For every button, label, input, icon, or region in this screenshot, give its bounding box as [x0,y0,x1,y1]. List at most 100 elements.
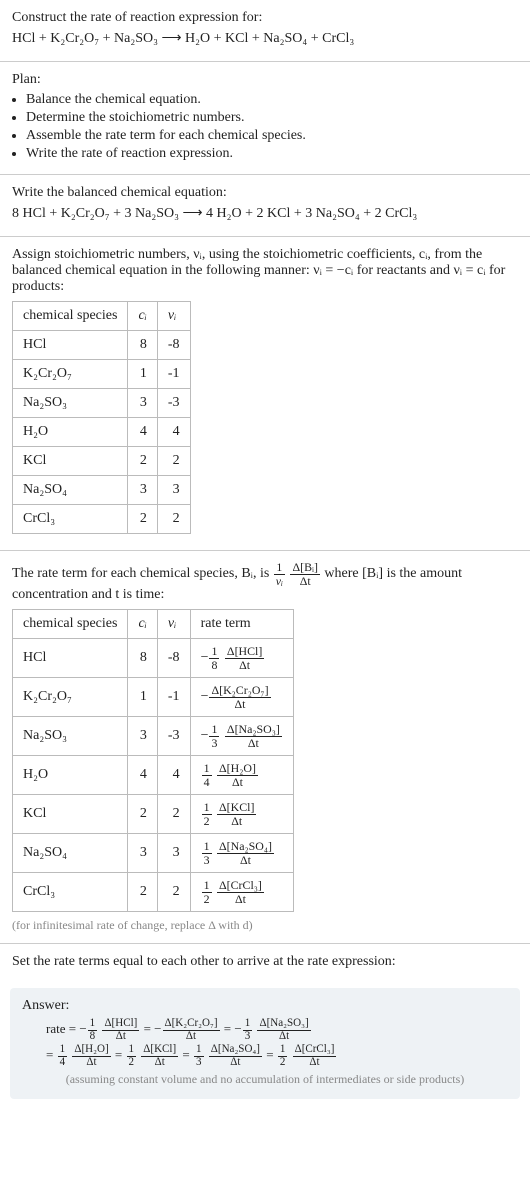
col-rate: rate term [190,610,293,639]
rateterm-table: chemical species cᵢ νᵢ rate term HCl8-8−… [12,609,294,912]
cell-c: 3 [128,717,157,756]
cell-c: 2 [128,795,157,834]
cell-c: 1 [128,678,157,717]
cell-v: -1 [157,360,190,389]
rateterm-intro: The rate term for each chemical species,… [12,561,518,603]
frac-den: Δt [72,1057,110,1069]
cell-species: K₂Cr₂O₇ [13,360,128,389]
fraction: 13 [209,723,219,749]
col-species: chemical species [13,610,128,639]
cell-v: 3 [157,476,190,505]
frac-den: 2 [202,815,212,828]
cell-v: -3 [157,717,190,756]
plan-heading: Plan: [12,72,518,88]
frac-den: 4 [202,776,212,789]
table-row: CrCl₃22 [13,505,191,534]
frac-den: νᵢ [274,575,285,588]
frac-den: Δt [163,1031,220,1043]
cell-species: Na₂SO₄ [13,476,128,505]
frac-num: Δ[CrCl₃] [217,879,264,893]
cell-v: -8 [157,331,190,360]
frac-den: 2 [127,1057,137,1069]
cell-rate: 13 Δ[Na₂SO₄]Δt [190,834,293,873]
frac-den: 8 [88,1031,98,1043]
cell-v: 2 [157,873,190,912]
cell-v: -8 [157,639,190,678]
plan-item: Balance the chemical equation. [26,92,518,108]
answer-line-2: = 14 Δ[H₂O]Δt = 12 Δ[KCl]Δt = 13 Δ[Na₂SO… [46,1044,508,1068]
frac-num: 1 [274,561,285,575]
frac-num: Δ[Na₂SO₃] [257,1018,310,1031]
balanced-heading: Write the balanced chemical equation: [12,185,518,201]
cell-v: -3 [157,389,190,418]
frac-den: Δt [225,659,264,672]
cell-rate: 12 Δ[CrCl₃]Δt [190,873,293,912]
table-row: HCl8-8−18 Δ[HCl]Δt [13,639,294,678]
table-row: KCl2212 Δ[KCl]Δt [13,795,294,834]
plan-list: Balance the chemical equation. Determine… [12,92,518,162]
cell-v: -1 [157,678,190,717]
fraction: Δ[K₂Cr₂O₇]Δt [163,1018,220,1042]
frac-num: 1 [202,762,212,776]
fraction: Δ[KCl]Δt [141,1044,178,1068]
fraction: 13 [194,1044,204,1068]
fraction: Δ[H₂O]Δt [72,1044,110,1068]
rateterm-intro-text1: The rate term for each chemical species,… [12,566,273,581]
frac-den: Δt [209,698,270,711]
frac-num: 1 [202,801,212,815]
stoich-intro: Assign stoichiometric numbers, νᵢ, using… [12,247,518,295]
plan-item: Assemble the rate term for each chemical… [26,128,518,144]
fraction: Δ[CrCl₃]Δt [217,879,264,905]
frac-num: 1 [88,1018,98,1031]
cell-v: 2 [157,447,190,476]
cell-species: KCl [13,795,128,834]
table-row: H₂O4414 Δ[H₂O]Δt [13,756,294,795]
fraction: Δ[HCl]Δt [225,645,264,671]
fraction: Δ[Na₂SO₃]Δt [225,723,282,749]
cell-v: 2 [157,795,190,834]
frac-num: Δ[CrCl₃] [293,1044,337,1057]
cell-c: 2 [128,505,157,534]
fraction: Δ[H₂O]Δt [217,762,258,788]
fraction: 12 [127,1044,137,1068]
table-row: Na₂SO₄3313 Δ[Na₂SO₄]Δt [13,834,294,873]
answer-box: Answer: rate = −18 Δ[HCl]Δt = −Δ[K₂Cr₂O₇… [10,988,520,1099]
plan-item: Determine the stoichiometric numbers. [26,110,518,126]
intro-section: Construct the rate of reaction expressio… [0,0,530,62]
frac-num: Δ[H₂O] [217,762,258,776]
frac-den: 3 [209,737,219,750]
table-row: HCl8-8 [13,331,191,360]
cell-v: 3 [157,834,190,873]
rateterm-note: (for infinitesimal rate of change, repla… [12,918,518,933]
stoich-section: Assign stoichiometric numbers, νᵢ, using… [0,237,530,551]
fraction: 18 [209,645,219,671]
final-section: Set the rate terms equal to each other t… [0,944,530,980]
fraction: Δ[HCl]Δt [102,1018,139,1042]
frac-num: 1 [58,1044,68,1057]
final-heading: Set the rate terms equal to each other t… [12,954,518,970]
intro-equation: HCl + K₂Cr₂O₇ + Na₂SO₃ ⟶ H₂O + KCl + Na₂… [12,30,518,47]
frac-num: 1 [194,1044,204,1057]
cell-species: H₂O [13,418,128,447]
frac-den: Δt [102,1031,139,1043]
col-species: chemical species [13,302,128,331]
rateterm-section: The rate term for each chemical species,… [0,551,530,944]
plan-section: Plan: Balance the chemical equation. Det… [0,62,530,175]
frac-den: Δt [209,1057,262,1069]
cell-rate: −18 Δ[HCl]Δt [190,639,293,678]
table-row: K₂Cr₂O₇1-1 [13,360,191,389]
cell-c: 8 [128,639,157,678]
cell-rate: 12 Δ[KCl]Δt [190,795,293,834]
cell-species: H₂O [13,756,128,795]
frac-num: Δ[KCl] [217,801,256,815]
table-row: Na₂SO₃3-3 [13,389,191,418]
cell-c: 1 [128,360,157,389]
rateterm-coef-frac: 1 νᵢ [274,561,285,587]
intro-prompt: Construct the rate of reaction expressio… [12,10,518,26]
cell-c: 2 [128,447,157,476]
fraction: Δ[Na₂SO₄]Δt [209,1044,262,1068]
table-header-row: chemical species cᵢ νᵢ rate term [13,610,294,639]
fraction: 13 [202,840,212,866]
col-c: cᵢ [128,610,157,639]
frac-num: Δ[H₂O] [72,1044,110,1057]
